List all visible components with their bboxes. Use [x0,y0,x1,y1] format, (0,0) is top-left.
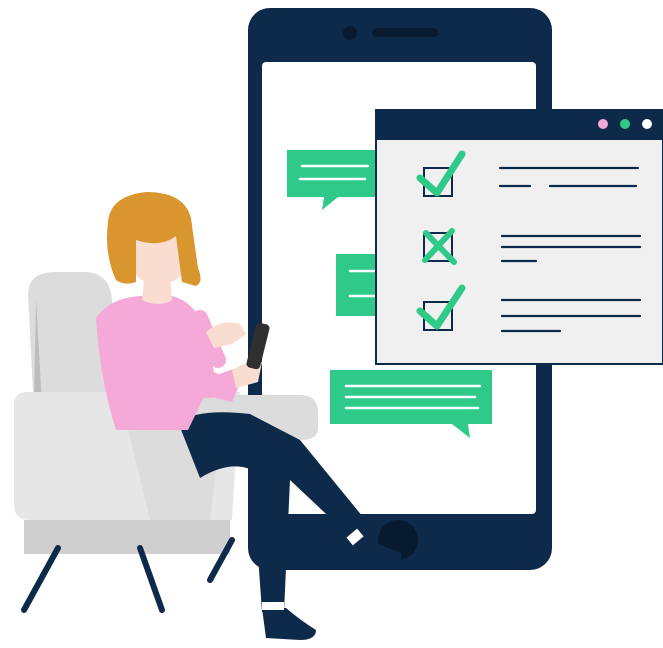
phone-speaker-icon [372,28,438,37]
phone-camera-icon [343,26,357,40]
shoe [262,608,316,640]
sock [262,602,284,610]
chair-leg [137,545,165,613]
window-dot-icon [598,119,608,129]
chair-leg [21,545,61,613]
checklist-window [375,109,663,365]
illustration [14,8,663,640]
window-dot-icon [642,119,652,129]
window-dot-icon [620,119,630,129]
window-title-bar [376,110,663,140]
